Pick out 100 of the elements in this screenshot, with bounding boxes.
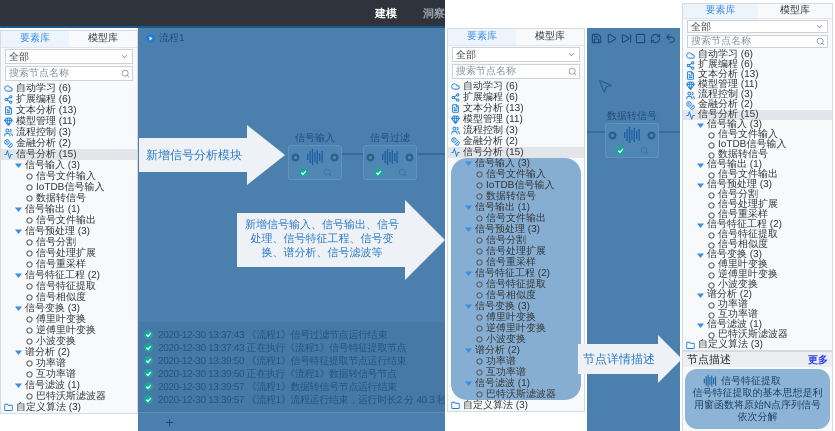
tree-item[interactable]: 自定义算法 (3) [448,400,584,411]
add-button[interactable] [164,416,175,428]
tree-item[interactable]: 信号重采样 [451,257,581,268]
tree-item[interactable]: 逆傅里叶变换 [451,323,581,334]
save-button[interactable] [590,32,602,44]
tree-item[interactable]: 谱分析 (2) [1,347,137,358]
tree-item[interactable]: 数据转信号 [451,191,581,202]
tree-item[interactable]: 信号文件输出 [683,170,832,180]
tree-item[interactable]: 谱分析 (2) [683,290,832,300]
tree-item[interactable]: 自定义算法 (3) [1,402,137,413]
tree-item[interactable]: 信号变换 (3) [683,250,832,260]
tree-item[interactable]: 流程控制 (3) [448,125,584,136]
search-icon[interactable] [121,69,130,78]
tree-item[interactable]: 谱分析 (2) [451,345,581,356]
tree-item[interactable]: 信号分析 (15) [448,147,584,158]
tree-item[interactable]: 信号输出 (1) [1,204,137,215]
tree-item[interactable]: 信号特征提取 [1,281,137,292]
tree-item[interactable]: 小波变换 [451,334,581,345]
stop-button[interactable] [635,32,646,44]
tree-item[interactable]: 自定义算法 (3) [683,340,832,350]
port-icon[interactable] [366,152,375,162]
tree-item[interactable]: 信号滤波 (1) [451,378,581,389]
caret-icon[interactable] [465,160,472,167]
caret-icon[interactable] [465,380,472,387]
port-icon[interactable] [608,130,617,140]
tree-item[interactable]: 扩展编程 (6) [448,92,584,103]
tree-item[interactable]: 信号特征工程 (2) [1,270,137,281]
tree-item[interactable]: 流程控制 (3) [683,90,832,100]
tree-item[interactable]: 功率谱 [683,300,832,310]
tree-item[interactable]: 信号输入 (3) [451,158,581,169]
caret-icon[interactable] [697,252,704,258]
tree-item[interactable]: 信号变换 (3) [1,303,137,314]
caret-icon[interactable] [465,303,472,310]
tree-item[interactable]: 信号分割 [1,237,137,248]
flow-node[interactable] [363,145,417,180]
tree-item[interactable]: 信号特征工程 (2) [451,268,581,279]
tree-item[interactable]: 信号特征提取 [451,279,581,290]
port-icon[interactable] [291,152,300,162]
tree-item[interactable]: 金融分析 (2) [1,138,137,149]
tree-item[interactable]: 信号输出 (1) [683,160,832,170]
tree-item[interactable]: 巴特沃斯滤波器 [451,389,581,400]
tree-item[interactable]: 信号文件输入 [1,171,137,182]
caret-icon[interactable] [697,162,704,168]
caret-icon[interactable] [465,270,472,277]
caret-icon[interactable] [15,228,22,235]
tree-item[interactable]: 功率谱 [1,358,137,369]
category-select[interactable]: 全部 [5,49,133,64]
tree-item[interactable]: 模型管理 (11) [1,116,137,127]
tree-item[interactable]: 信号输入 (3) [683,120,832,130]
tree-item[interactable]: 金融分析 (2) [448,136,584,147]
tree-item[interactable]: 巴特沃斯滤波器 [1,391,137,402]
tree-item[interactable]: 信号分割 [683,190,832,200]
tree-item[interactable]: 信号输出 (1) [451,202,581,213]
search-field[interactable]: 搜索节点名称 [452,64,580,79]
tree-item[interactable]: 信号特征工程 (2) [683,220,832,230]
tree-item[interactable]: 金融分析 (2) [683,100,832,110]
more-link[interactable]: 更多 [808,352,828,366]
tree-item[interactable]: 信号文件输入 [683,130,832,140]
tree-item[interactable]: 文本分析 (13) [683,70,832,80]
tree-item[interactable]: 傅里叶变换 [683,260,832,270]
port-icon[interactable] [647,130,656,140]
tree-item[interactable]: 信号文件输出 [1,215,137,226]
step-button[interactable] [620,32,632,44]
tree-item[interactable]: 自动学习 (6) [683,50,832,60]
tree-item[interactable]: 自动学习 (6) [448,81,584,92]
search-icon[interactable] [816,37,825,46]
tree-item[interactable]: 信号相似度 [683,240,832,250]
tree-item[interactable]: 信号特征提取 [683,230,832,240]
caret-icon[interactable] [15,305,22,312]
caret-icon[interactable] [15,349,22,356]
tree-item[interactable]: 模型管理 (11) [683,80,832,90]
search-icon[interactable] [568,67,577,76]
tree-item[interactable]: 信号重采样 [1,259,137,270]
tree-item[interactable]: 小波变换 [1,336,137,347]
tree-item[interactable]: 傅里叶变换 [451,312,581,323]
caret-icon[interactable] [697,222,704,228]
tree-item[interactable]: 文本分析 (13) [1,105,137,116]
tree-item[interactable]: 互功率谱 [1,369,137,380]
tree-item[interactable]: 逆傅里叶变换 [1,325,137,336]
tree-item[interactable]: 信号分析 (15) [1,149,137,160]
tree-item[interactable]: 信号变换 (3) [451,301,581,312]
tree-item[interactable]: 信号处理扩展 [683,200,832,210]
tree-item[interactable]: IoTDB信号输入 [451,180,581,191]
tree-item[interactable]: IoTDB信号输入 [1,182,137,193]
tree-item[interactable]: 信号输入 (3) [1,160,137,171]
tree-item[interactable]: 自动学习 (6) [1,83,137,94]
port-icon[interactable] [405,152,414,162]
flow-node[interactable] [288,145,342,180]
tree-item[interactable]: 信号预处理 (3) [1,226,137,237]
caret-icon[interactable] [15,382,22,389]
nav-tab[interactable]: 建模 [375,6,397,20]
undo-button[interactable] [665,32,676,44]
nav-tab[interactable]: 洞察 [423,6,445,20]
tree-item[interactable]: 信号分割 [451,235,581,246]
tree-item[interactable]: 数据转信号 [1,193,137,204]
tree-item[interactable]: 数据转信号 [683,150,832,160]
caret-icon[interactable] [465,226,472,233]
tree-item[interactable]: 巴特沃斯滤波器 [683,330,832,340]
tree-item[interactable]: 信号预处理 (3) [683,180,832,190]
tree-item[interactable]: 流程控制 (3) [1,127,137,138]
